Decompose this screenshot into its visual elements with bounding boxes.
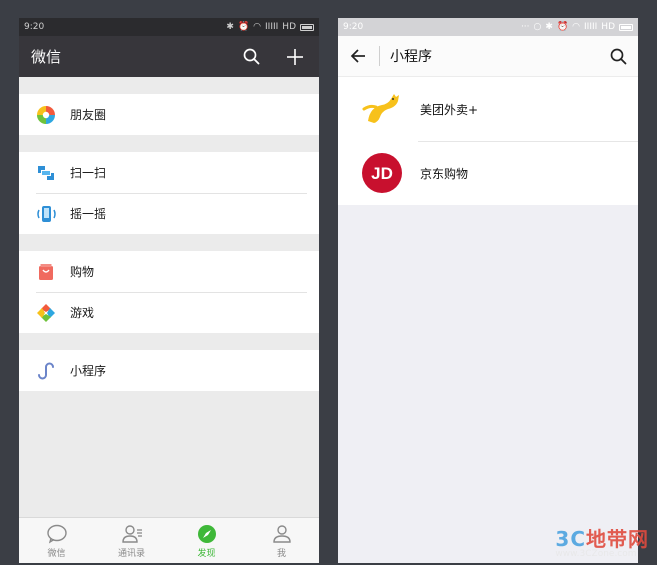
cell-label: 摇一摇 bbox=[70, 207, 107, 221]
tab-label: 我 bbox=[276, 548, 286, 559]
search-button[interactable] bbox=[608, 46, 628, 66]
wifi-icon: ◠ bbox=[253, 22, 262, 32]
tab-label: 通讯录 bbox=[117, 548, 145, 559]
bottom-tab-bar: 微信 通讯录 发现 我 bbox=[19, 517, 319, 563]
watermark-url: www.3CZone.com bbox=[555, 549, 637, 559]
meituan-kangaroo-icon bbox=[362, 89, 402, 129]
list-item-meituan[interactable]: 美团外卖+ bbox=[338, 77, 638, 141]
shopping-icon bbox=[36, 262, 56, 282]
alarm-icon: ⏰ bbox=[237, 22, 250, 32]
group-shop-game: 购物 游戏 bbox=[19, 251, 319, 333]
scan-icon bbox=[36, 163, 56, 183]
more-icon: ··· bbox=[520, 22, 530, 32]
tab-label: 发现 bbox=[197, 548, 216, 559]
cell-label: 游戏 bbox=[70, 306, 95, 320]
list-item-jd[interactable]: JD 京东购物 bbox=[338, 141, 638, 205]
tab-contacts[interactable]: 通讯录 bbox=[94, 518, 169, 563]
list-item-label: 美团外卖+ bbox=[420, 102, 479, 117]
header-bar: 微信 bbox=[19, 36, 319, 77]
back-button[interactable] bbox=[348, 46, 368, 66]
wechat-discover-screen: 9:20 ✱ ⏰ ◠ IIIII HD 微信 朋友圈 扫一扫 摇一摇 购物 游戏… bbox=[19, 18, 319, 563]
shake-icon bbox=[36, 204, 56, 224]
battery-icon bbox=[619, 23, 633, 31]
signal-icon: IIIII bbox=[584, 22, 598, 32]
cell-label: 朋友圈 bbox=[70, 108, 107, 122]
mini-program-icon bbox=[36, 361, 56, 381]
cell-mini-program[interactable]: 小程序 bbox=[19, 350, 319, 391]
search-icon bbox=[610, 48, 626, 64]
network-type: HD bbox=[601, 22, 615, 32]
mini-programs-screen: 9:20 ··· ○ ✱ ⏰ ◠ IIIII HD 小程序 美团外卖+ JD 京… bbox=[338, 18, 638, 563]
page-title: 小程序 bbox=[390, 49, 432, 65]
status-time: 9:20 bbox=[24, 22, 45, 32]
profile-icon bbox=[272, 523, 292, 545]
network-type: HD bbox=[282, 22, 296, 32]
cell-shake[interactable]: 摇一摇 bbox=[19, 193, 319, 234]
add-button[interactable] bbox=[284, 46, 306, 68]
cell-label: 扫一扫 bbox=[70, 166, 107, 180]
group-scan-shake: 扫一扫 摇一摇 bbox=[19, 152, 319, 234]
contacts-icon bbox=[121, 523, 143, 545]
jd-logo-text: JD bbox=[371, 164, 393, 183]
mini-program-list: 美团外卖+ JD 京东购物 bbox=[338, 77, 638, 205]
battery-icon bbox=[300, 23, 314, 31]
status-bar: 9:20 ··· ○ ✱ ⏰ ◠ IIIII HD bbox=[338, 18, 638, 36]
jd-logo-icon: JD bbox=[362, 153, 402, 193]
search-button[interactable] bbox=[240, 46, 262, 68]
cell-label: 购物 bbox=[70, 265, 95, 279]
tab-discover[interactable]: 发现 bbox=[169, 518, 244, 563]
cell-shopping[interactable]: 购物 bbox=[19, 251, 319, 292]
tab-chats[interactable]: 微信 bbox=[19, 518, 94, 563]
group-mini-program: 小程序 bbox=[19, 350, 319, 391]
header-bar: 小程序 bbox=[338, 36, 638, 77]
signal-icon: IIIII bbox=[265, 22, 279, 32]
list-item-label: 京东购物 bbox=[420, 166, 469, 181]
title-divider bbox=[379, 46, 380, 66]
bluetooth-icon: ✱ bbox=[545, 22, 553, 32]
watermark-brand-a: 3C bbox=[555, 527, 586, 551]
bluetooth-icon: ✱ bbox=[226, 22, 234, 32]
discover-compass-icon bbox=[197, 523, 217, 545]
cell-label: 小程序 bbox=[70, 364, 107, 378]
back-arrow-icon bbox=[350, 49, 365, 63]
group-moments: 朋友圈 bbox=[19, 94, 319, 135]
plus-icon bbox=[287, 48, 303, 65]
watermark-brand-b: 地带网 bbox=[586, 527, 649, 551]
game-icon bbox=[36, 303, 56, 323]
page-title: 微信 bbox=[31, 48, 62, 66]
alarm-icon: ⏰ bbox=[556, 22, 569, 32]
status-bar: 9:20 ✱ ⏰ ◠ IIIII HD bbox=[19, 18, 319, 36]
cell-moments[interactable]: 朋友圈 bbox=[19, 94, 319, 135]
cell-game[interactable]: 游戏 bbox=[19, 292, 319, 333]
cell-scan[interactable]: 扫一扫 bbox=[19, 152, 319, 193]
search-icon bbox=[243, 48, 259, 65]
chat-bubble-icon bbox=[46, 523, 68, 545]
tab-me[interactable]: 我 bbox=[244, 518, 319, 563]
moments-icon bbox=[36, 105, 56, 125]
tab-label: 微信 bbox=[47, 548, 66, 559]
sync-icon: ○ bbox=[533, 22, 542, 32]
watermark: 3C地带网 www.3CZone.com bbox=[555, 529, 649, 559]
status-time: 9:20 bbox=[343, 22, 364, 32]
wifi-icon: ◠ bbox=[572, 22, 581, 32]
